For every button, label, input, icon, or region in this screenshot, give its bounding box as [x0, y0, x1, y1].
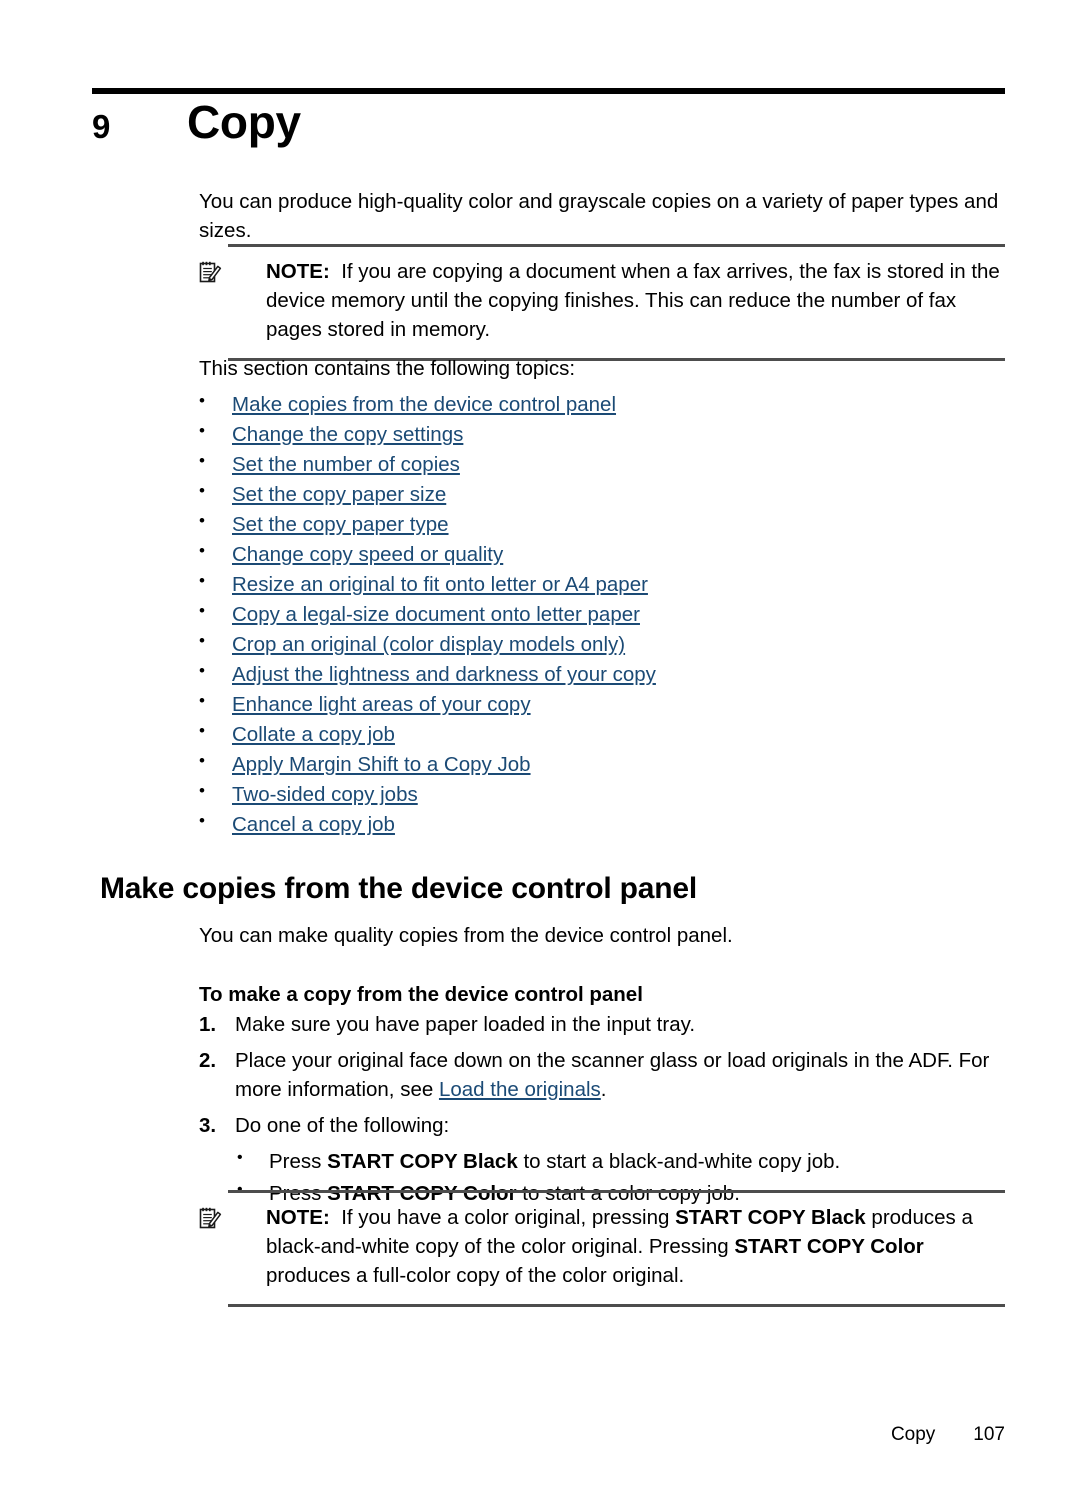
step-number: 1. — [199, 1013, 217, 1036]
note-part-3: produces a full-color copy of the color … — [266, 1263, 685, 1287]
footer-chapter-label: Copy — [890, 1424, 936, 1445]
list-item[interactable]: Adjust the lightness and darkness of you… — [199, 659, 1005, 690]
list-item[interactable]: Copy a legal-size document onto letter p… — [199, 599, 1005, 630]
list-item[interactable]: Cancel a copy job — [199, 809, 1005, 840]
note-box-fax-storage: NOTE: If you are copying a document when … — [199, 244, 1005, 361]
substep-start-copy-black: Press START COPY Black to start a black-… — [235, 1147, 1005, 1177]
section-paragraph: You can make quality copies from the dev… — [199, 924, 733, 947]
note-body: If you are copying a document when a fax… — [266, 260, 1000, 341]
list-item[interactable]: Set the number of copies — [199, 449, 1005, 480]
list-item[interactable]: Apply Margin Shift to a Copy Job — [199, 749, 1005, 780]
step-text-after: . — [600, 1077, 607, 1101]
topic-link[interactable]: Change copy speed or quality — [232, 543, 503, 566]
procedure-heading: To make a copy from the device control p… — [199, 983, 643, 1006]
topic-link[interactable]: Set the copy paper type — [232, 513, 449, 536]
topics-lead-in-block: This section contains the following topi… — [199, 355, 1005, 384]
note-label: NOTE: — [266, 1206, 330, 1229]
step-text: Do one of the following: — [235, 1113, 450, 1137]
chapter-number: 9 — [92, 108, 111, 145]
step-2: 2. Place your original face down on the … — [199, 1047, 1005, 1105]
topic-link[interactable]: Copy a legal-size document onto letter p… — [232, 603, 640, 626]
note-text: NOTE: If you have a color original, press… — [266, 1204, 1005, 1291]
list-item[interactable]: Resize an original to fit onto letter or… — [199, 569, 1005, 600]
list-item[interactable]: Set the copy paper type — [199, 509, 1005, 540]
section-intro-block: You can make quality copies from the dev… — [199, 922, 1005, 951]
step-number: 3. — [199, 1113, 217, 1137]
footer-page-number: 107 — [973, 1424, 1005, 1445]
list-item[interactable]: Crop an original (color display models o… — [199, 629, 1005, 660]
list-item[interactable]: Change copy speed or quality — [199, 539, 1005, 570]
note-box-color-original: NOTE: If you have a color original, press… — [199, 1190, 1005, 1307]
list-item[interactable]: Make copies from the device control pane… — [199, 389, 1005, 420]
note-part-1: If you have a color original, pressing — [341, 1206, 676, 1229]
note-text: NOTE: If you are copying a document when … — [266, 258, 1005, 345]
intro-paragraph: You can produce high-quality color and g… — [199, 190, 999, 242]
page-footer: Copy 107 — [199, 1424, 1005, 1446]
substep-bold-label: START COPY Black — [327, 1149, 518, 1173]
topic-link[interactable]: Set the number of copies — [232, 453, 460, 476]
note-bold-start-copy-color: START COPY Color — [734, 1234, 924, 1258]
topic-link[interactable]: Cancel a copy job — [232, 813, 395, 836]
list-item[interactable]: Change the copy settings — [199, 419, 1005, 450]
substep-suffix: to start a black-and-white copy job. — [517, 1149, 841, 1173]
topic-link[interactable]: Apply Margin Shift to a Copy Job — [232, 753, 531, 776]
substep-prefix: Press — [269, 1149, 328, 1173]
topic-link[interactable]: Crop an original (color display models o… — [232, 633, 625, 656]
procedure-steps: 1. Make sure you have paper loaded in th… — [199, 1011, 1005, 1216]
topic-link[interactable]: Change the copy settings — [232, 423, 463, 446]
topic-link[interactable]: Enhance light areas of your copy — [232, 693, 531, 716]
note-label: NOTE: — [266, 260, 330, 283]
document-page: 9 Copy You can produce high-quality colo… — [0, 0, 1080, 1495]
load-the-originals-link[interactable]: Load the originals — [439, 1078, 601, 1101]
step-1: 1. Make sure you have paper loaded in th… — [199, 1011, 1005, 1040]
chapter-top-rule — [92, 88, 1005, 94]
note-pad-pencil-icon — [199, 1207, 222, 1230]
note-pad-pencil-icon — [199, 261, 222, 284]
step-number: 2. — [199, 1048, 217, 1072]
topic-link[interactable]: Resize an original to fit onto letter or… — [232, 573, 648, 596]
note-bold-start-copy-black: START COPY Black — [675, 1206, 866, 1229]
topic-link[interactable]: Adjust the lightness and darkness of you… — [232, 663, 656, 686]
topics-list: Make copies from the device control pane… — [199, 389, 1005, 840]
topics-lead-in: This section contains the following topi… — [199, 357, 576, 380]
topic-link[interactable]: Make copies from the device control pane… — [232, 393, 616, 416]
chapter-header: 9 Copy — [92, 99, 1005, 147]
step-text: Make sure you have paper loaded in the i… — [235, 1013, 696, 1036]
list-item[interactable]: Two-sided copy jobs — [199, 779, 1005, 810]
list-item[interactable]: Enhance light areas of your copy — [199, 689, 1005, 720]
topic-link[interactable]: Two-sided copy jobs — [232, 783, 418, 806]
list-item[interactable]: Collate a copy job — [199, 719, 1005, 750]
topic-link[interactable]: Set the copy paper size — [232, 483, 446, 506]
list-item[interactable]: Set the copy paper size — [199, 479, 1005, 510]
step-text-before: Place your original face down on the sca… — [235, 1048, 990, 1101]
topic-link[interactable]: Collate a copy job — [232, 723, 395, 746]
chapter-title: Copy — [187, 96, 301, 148]
section-heading: Make copies from the device control pane… — [100, 872, 697, 905]
intro-block: You can produce high-quality color and g… — [199, 188, 1005, 246]
